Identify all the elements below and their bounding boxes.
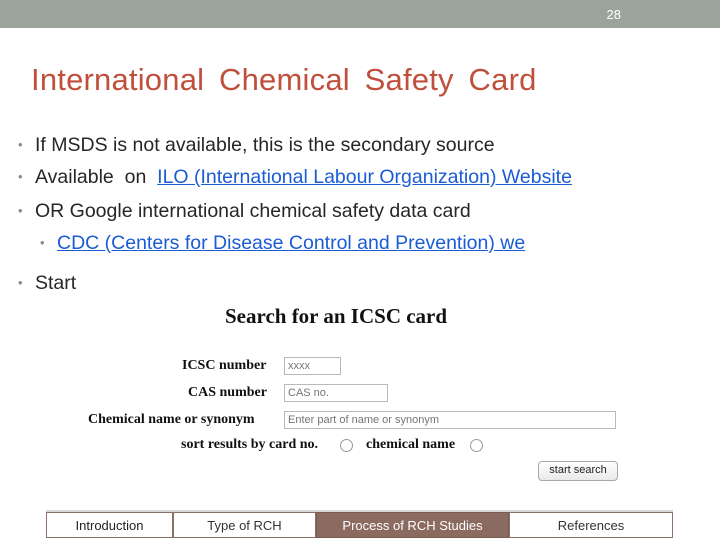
- bullet-list: • If MSDS is not available, this is the …: [18, 131, 678, 301]
- bullet-text: OR Google international chemical safety …: [35, 200, 471, 222]
- bullet-icon: •: [18, 275, 23, 290]
- icsc-search-form: Search for an ICSC card ICSC number CAS …: [86, 300, 626, 490]
- bullet-icon: •: [18, 137, 23, 152]
- tab-references[interactable]: References: [509, 512, 673, 538]
- chemical-name-input[interactable]: [284, 411, 616, 429]
- bullet-text: Start: [35, 272, 77, 294]
- start-search-button[interactable]: start search: [538, 461, 618, 481]
- bullet-text: If MSDS is not available, this is the se…: [35, 134, 495, 156]
- sort-chemical-name-label: chemical name: [366, 437, 456, 452]
- form-title: Search for an ICSC card: [225, 304, 448, 328]
- icsc-number-input[interactable]: [284, 357, 341, 375]
- bullet-icon: •: [18, 203, 23, 218]
- cas-number-label: CAS number: [188, 385, 267, 400]
- bottom-nav: Introduction Type of RCH Process of RCH …: [46, 512, 673, 538]
- bullet-text: Available on: [35, 166, 158, 188]
- slide-title: International Chemical Safety Card: [31, 62, 537, 97]
- bullet-item: • OR Google international chemical safet…: [18, 197, 678, 225]
- cas-number-input[interactable]: [284, 384, 388, 402]
- bullet-item-sub: • CDC (Centers for Disease Control and P…: [40, 229, 678, 257]
- bullet-icon: •: [18, 169, 23, 184]
- sort-card-number-radio[interactable]: [340, 439, 353, 452]
- ilo-website-link[interactable]: ILO (International Labour Organization) …: [157, 166, 572, 188]
- bullet-icon: •: [40, 235, 45, 250]
- cdc-website-link[interactable]: CDC (Centers for Disease Control and Pre…: [57, 232, 525, 254]
- bullet-item: • Available on ILO (International Labour…: [18, 165, 678, 189]
- sort-chemical-name-radio[interactable]: [470, 439, 483, 452]
- icsc-number-label: ICSC number: [182, 358, 267, 373]
- tab-type-of-rch[interactable]: Type of RCH: [173, 512, 316, 538]
- chemical-name-label: Chemical name or synonym: [88, 412, 255, 427]
- tab-introduction[interactable]: Introduction: [46, 512, 173, 538]
- top-bar: 28: [0, 0, 720, 28]
- bullet-item: • Start: [18, 269, 678, 297]
- sort-label: sort results by card no.: [181, 437, 319, 452]
- bullet-item: • If MSDS is not available, this is the …: [18, 131, 678, 159]
- page-number: 28: [606, 7, 621, 22]
- tab-process-of-rch-studies[interactable]: Process of RCH Studies: [316, 512, 509, 538]
